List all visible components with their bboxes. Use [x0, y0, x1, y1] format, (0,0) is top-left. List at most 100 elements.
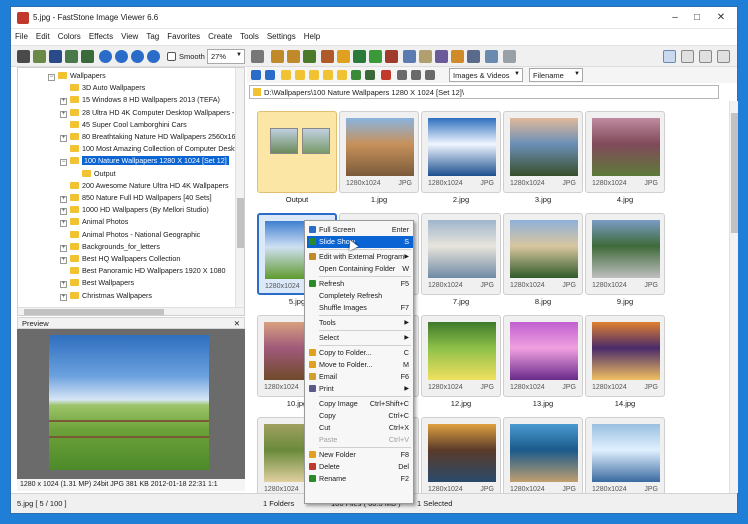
flip-icon[interactable]: [303, 50, 316, 63]
up-folder-icon[interactable]: [281, 70, 291, 80]
zoom-in-icon[interactable]: [99, 50, 112, 63]
tree-item[interactable]: +15 Windows 8 HD Wallpapers 2013 (TEFA): [60, 94, 220, 106]
adjust-colors-icon[interactable]: [337, 50, 350, 63]
context-item-slide-show[interactable]: Slide Show S: [307, 236, 413, 248]
image-thumbnail[interactable]: 1280x1024JPG20.jpg: [585, 417, 665, 493]
filter-select[interactable]: Images & Videos ▼: [449, 68, 523, 82]
context-item-delete[interactable]: Delete Del: [307, 461, 413, 473]
info-icon[interactable]: [485, 50, 498, 63]
scan-icon[interactable]: [467, 50, 480, 63]
forward-icon[interactable]: [265, 70, 275, 80]
print-toolbar-icon[interactable]: [451, 50, 464, 63]
tree-vertical-scrollbar[interactable]: [235, 68, 244, 315]
menu-colors[interactable]: Colors: [54, 29, 85, 41]
menu-help[interactable]: Help: [300, 29, 324, 41]
context-item-copy-to-folder[interactable]: Copy to Folder... C: [307, 347, 413, 359]
hand-tool-icon[interactable]: [251, 50, 264, 63]
menu-view[interactable]: View: [117, 29, 142, 41]
maximize-button[interactable]: □: [687, 11, 707, 25]
image-thumbnail[interactable]: 1280x1024 JPG 1.jpg: [339, 111, 419, 211]
move-toolbar-icon[interactable]: [365, 70, 375, 80]
slideshow-toolbar-icon[interactable]: [353, 50, 366, 63]
tree-item[interactable]: +80 Breathtaking Nature HD Wallpapers 25…: [60, 131, 244, 143]
context-item-open-containing-folder[interactable]: Open Containing Folder W: [307, 263, 413, 275]
image-thumbnail[interactable]: 1280x1024 JPG 8.jpg: [503, 213, 583, 313]
tree-item[interactable]: +850 Nature Full HD Wallpapers [40 Sets]: [60, 192, 212, 204]
context-item-select[interactable]: Select ▶: [307, 332, 413, 344]
rotate-left-icon[interactable]: [271, 50, 284, 63]
image-thumbnail[interactable]: 1280x1024 JPG 3.jpg: [503, 111, 583, 211]
menu-tools[interactable]: Tools: [236, 29, 263, 41]
acquire-icon[interactable]: [33, 50, 46, 63]
settings-toolbar-icon[interactable]: [503, 50, 516, 63]
image-thumbnail[interactable]: 1280x1024 JPG 9.jpg: [585, 213, 665, 313]
context-item-new-folder[interactable]: New Folder F8: [307, 449, 413, 461]
tree-item[interactable]: 200 Awesome Nature Ultra HD 4K Wallpaper…: [60, 180, 229, 192]
context-item-full-screen[interactable]: Full Screen Enter: [307, 224, 413, 236]
smooth-checkbox[interactable]: [167, 52, 176, 61]
rotate-right-icon[interactable]: [287, 50, 300, 63]
expand-icon[interactable]: +: [60, 196, 67, 203]
expand-icon[interactable]: +: [60, 220, 67, 228]
tree-item[interactable]: 100 Most Amazing Collection of Computer …: [60, 143, 244, 155]
expand-icon[interactable]: +: [60, 281, 67, 289]
refresh-toolbar-icon[interactable]: [351, 70, 361, 80]
layout-full-icon[interactable]: [699, 50, 712, 63]
menu-favorites[interactable]: Favorites: [163, 29, 204, 41]
copy-to-icon[interactable]: [403, 50, 416, 63]
image-thumbnail[interactable]: 1280x1024 JPG 14.jpg: [585, 315, 665, 415]
image-thumbnail[interactable]: 1280x1024 JPG 4.jpg: [585, 111, 665, 211]
tree-item[interactable]: +28 Ultra HD 4K Computer Desktop Wallpap…: [60, 107, 244, 119]
tree-item[interactable]: − Wallpapers: [48, 70, 106, 82]
tree-item[interactable]: 3D Auto Wallpapers: [60, 82, 145, 94]
menu-edit[interactable]: Edit: [32, 29, 54, 41]
layout-browser-icon[interactable]: [663, 50, 676, 63]
context-item-paste[interactable]: Paste Ctrl+V: [307, 434, 413, 446]
fullscreen-toolbar-icon[interactable]: [717, 50, 730, 63]
menu-tag[interactable]: Tag: [142, 29, 163, 41]
expand-icon[interactable]: +: [60, 293, 67, 301]
context-item-copy-image[interactable]: Copy Image Ctrl+Shift+C: [307, 398, 413, 410]
image-thumbnail[interactable]: 1280x1024 JPG 2.jpg: [421, 111, 501, 211]
context-item-cut[interactable]: Cut Ctrl+X: [307, 422, 413, 434]
thumbnail-vertical-scrollbar[interactable]: [729, 101, 738, 493]
menu-create[interactable]: Create: [204, 29, 236, 41]
menu-file[interactable]: File: [11, 29, 32, 41]
tree-item[interactable]: Animal Photos - National Geographic: [60, 229, 200, 241]
tree-item[interactable]: + Best HQ Wallpapers Collection: [60, 253, 180, 265]
menu-settings[interactable]: Settings: [263, 29, 300, 41]
context-item-copy[interactable]: Copy Ctrl+C: [307, 410, 413, 422]
context-item-print[interactable]: Print ▶: [307, 383, 413, 395]
path-bar[interactable]: D:\Wallpapers\100 Nature Wallpapers 1280…: [249, 85, 719, 99]
delete-toolbar-icon[interactable]: [381, 70, 391, 80]
tree-item[interactable]: +1000 HD Wallpapers (By Mellori Studio): [60, 204, 209, 216]
email-toolbar-icon[interactable]: [385, 50, 398, 63]
tree-horizontal-scrollbar[interactable]: [18, 307, 244, 315]
details-view-icon[interactable]: [411, 70, 421, 80]
fit-window-icon[interactable]: [147, 50, 160, 63]
expand-icon[interactable]: +: [60, 135, 67, 142]
copy-folder-toolbar-icon[interactable]: [337, 70, 347, 80]
zoom-out-icon[interactable]: [115, 50, 128, 63]
tree-item[interactable]: − 100 Nature Wallpapers 1280 X 1024 [Set …: [60, 155, 229, 167]
context-item-move-to-folder[interactable]: Move to Folder... M: [307, 359, 413, 371]
tag-icon[interactable]: [425, 70, 435, 80]
wallpaper-icon[interactable]: [435, 50, 448, 63]
expand-icon[interactable]: +: [60, 208, 67, 216]
context-item-edit-with-external-program[interactable]: Edit with External Program ▶: [307, 251, 413, 263]
tree-item[interactable]: + Animal Photos: [60, 216, 128, 228]
zoom-select[interactable]: 27% ▼: [207, 49, 245, 64]
open-icon[interactable]: [17, 50, 30, 63]
context-item-shuffle-images[interactable]: Shuffle Images F7: [307, 302, 413, 314]
context-item-completely-refresh[interactable]: Completely Refresh: [307, 290, 413, 302]
thumbnails-view-icon[interactable]: [397, 70, 407, 80]
tree-item[interactable]: + Christmas Wallpapers: [60, 290, 152, 302]
actual-size-icon[interactable]: [131, 50, 144, 63]
save-icon[interactable]: [49, 50, 62, 63]
favorites-icon[interactable]: [309, 70, 319, 80]
resize-icon[interactable]: [81, 50, 94, 63]
collapse-icon[interactable]: −: [48, 74, 55, 81]
folder-thumbnail[interactable]: Output: [257, 111, 337, 211]
context-item-tools[interactable]: Tools ▶: [307, 317, 413, 329]
effects-icon[interactable]: [321, 50, 334, 63]
